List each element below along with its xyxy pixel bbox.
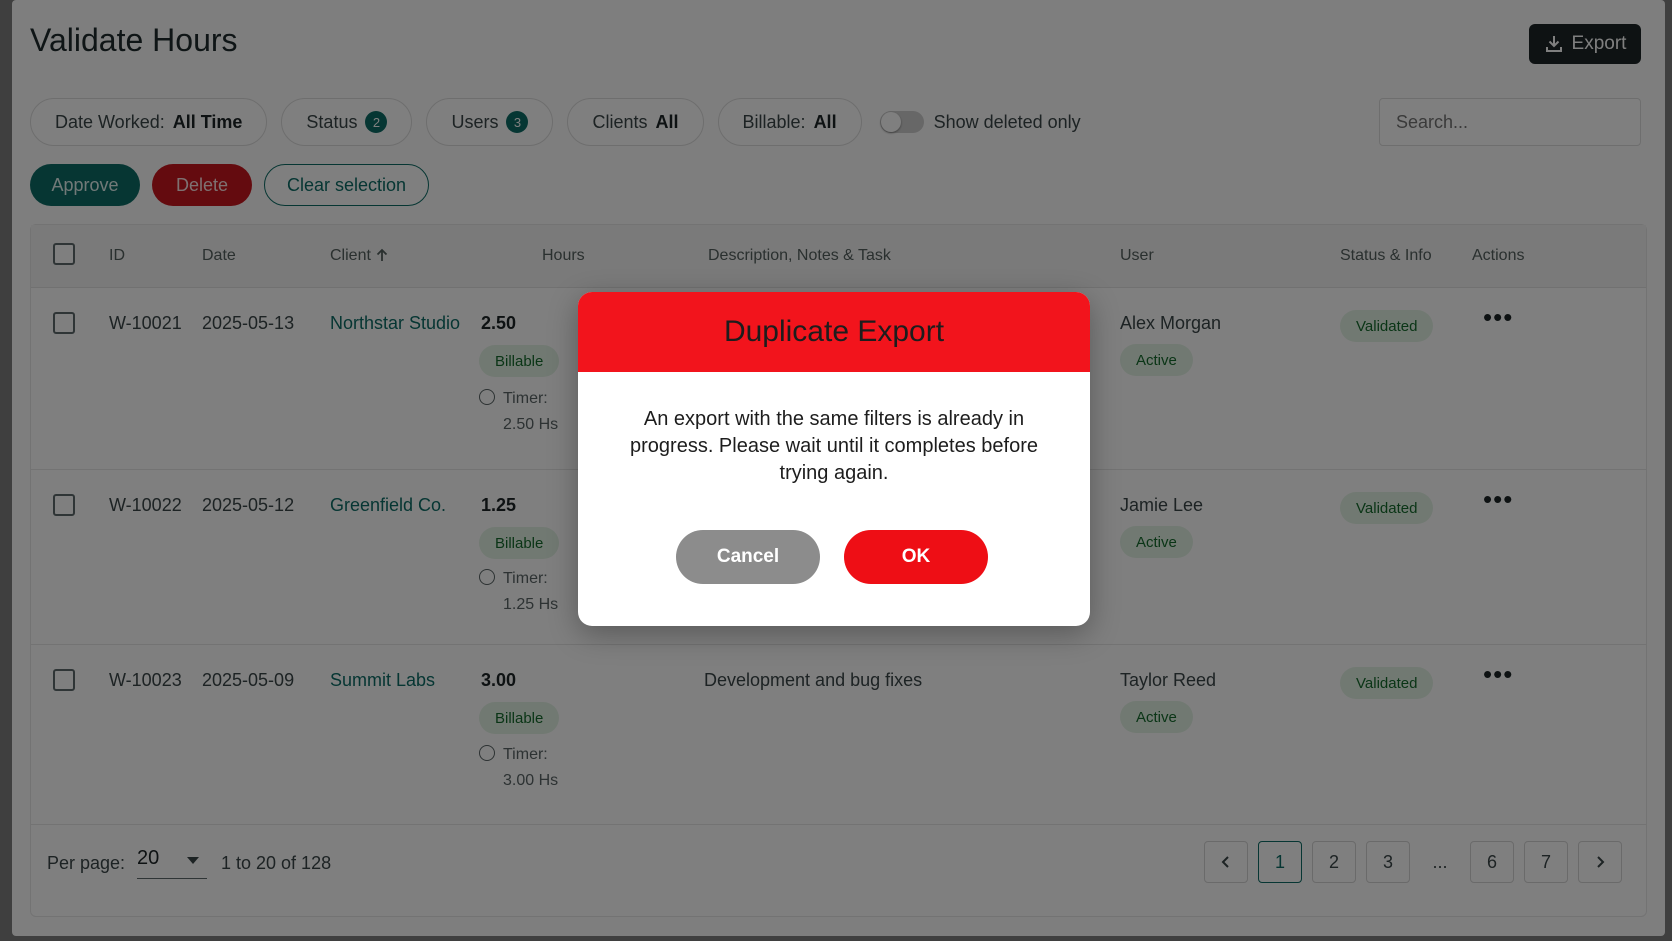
ok-button[interactable]: OK — [844, 530, 988, 584]
cancel-button[interactable]: Cancel — [676, 530, 820, 584]
dialog-header: Duplicate Export — [578, 292, 1090, 372]
duplicate-export-dialog: Duplicate Export An export with the same… — [578, 292, 1090, 626]
dialog-message: An export with the same filters is alrea… — [630, 408, 1038, 484]
dialog-title: Duplicate Export — [723, 315, 945, 348]
